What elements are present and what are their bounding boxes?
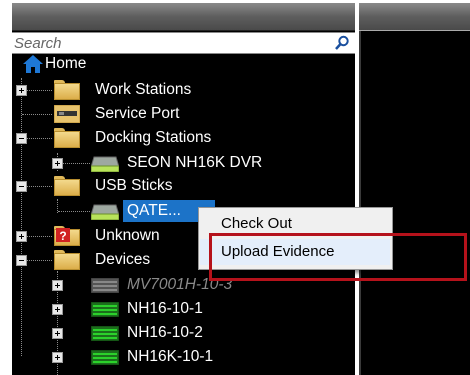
tree-item-docking-stations[interactable]: Docking Stations — [12, 126, 355, 150]
tree-panel: Home Work Stations Service Port Docking … — [12, 3, 355, 375]
home-icon — [23, 55, 43, 73]
search-box — [12, 32, 355, 54]
dock-device-icon — [91, 156, 119, 172]
folder-icon — [54, 80, 80, 100]
tree-item-label: Work Stations — [95, 81, 192, 98]
dvr-icon — [91, 350, 119, 365]
folder-icon — [54, 250, 80, 270]
tree-item-usb-sticks[interactable]: USB Sticks — [12, 174, 355, 198]
expand-icon[interactable] — [52, 352, 63, 363]
tree-item-home[interactable]: Home — [12, 52, 355, 76]
tree-item-label: Service Port — [95, 105, 180, 122]
tree-item-label: NH16K-10-1 — [127, 348, 214, 365]
service-port-icon — [54, 105, 80, 123]
tree-item-label: USB Sticks — [95, 177, 173, 194]
expand-icon[interactable] — [52, 328, 63, 339]
tree-item-label: Docking Stations — [95, 129, 212, 146]
tree-item-label: QATE... — [127, 202, 181, 219]
expand-icon[interactable] — [52, 158, 63, 169]
dvr-icon — [91, 326, 119, 341]
collapse-icon[interactable] — [16, 255, 27, 266]
tree-item-device[interactable]: NH16-10-1 — [12, 297, 355, 321]
tree-item-label: Home — [45, 55, 87, 72]
expand-icon[interactable] — [52, 280, 63, 291]
dvr-icon — [91, 302, 119, 317]
tree-item-label: NH16-10-1 — [127, 300, 203, 317]
expand-icon[interactable] — [16, 85, 27, 96]
expand-icon[interactable] — [52, 304, 63, 315]
tree-item-label: Unknown — [95, 227, 160, 244]
tree-item-device[interactable]: NH16-10-2 — [12, 321, 355, 345]
collapse-icon[interactable] — [16, 181, 27, 192]
unknown-badge-icon: ? — [56, 228, 70, 242]
tree-item-label: NH16-10-2 — [127, 324, 203, 341]
tree-item-work-stations[interactable]: Work Stations — [12, 78, 355, 102]
panel-header — [12, 3, 355, 31]
tree-item-label: Devices — [95, 251, 151, 268]
divider — [359, 31, 361, 375]
usb-drive-icon — [91, 204, 119, 220]
tree-item-service-port[interactable]: Service Port — [12, 102, 355, 126]
tree-item-device[interactable]: NH16K-10-1 — [12, 345, 355, 369]
svg-text:?: ? — [59, 229, 66, 242]
search-icon[interactable] — [334, 35, 350, 51]
search-input[interactable] — [14, 33, 324, 53]
expand-icon[interactable] — [16, 231, 27, 242]
dvr-icon — [91, 278, 119, 293]
detail-panel — [359, 3, 470, 375]
divider — [359, 30, 470, 31]
collapse-icon[interactable] — [16, 133, 27, 144]
detail-panel-header — [359, 3, 470, 30]
tree-item-label: SEON NH16K DVR — [127, 154, 263, 171]
folder-icon — [54, 128, 80, 148]
highlight-annotation — [209, 233, 467, 281]
app-window: Home Work Stations Service Port Docking … — [0, 0, 470, 375]
folder-icon — [54, 176, 80, 196]
tree-item-dock-device[interactable]: SEON NH16K DVR — [12, 151, 355, 175]
